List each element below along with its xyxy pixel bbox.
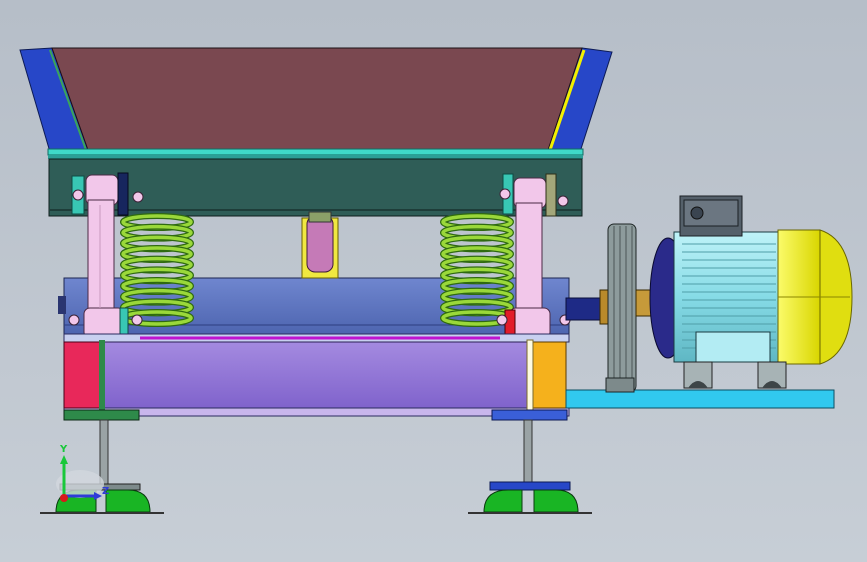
center-link[interactable] — [301, 211, 339, 279]
y-axis-label: Y — [59, 444, 68, 455]
beam-left-lower-plate — [63, 409, 140, 421]
bolt-icon — [132, 191, 144, 203]
right-bracket-olive-plate — [545, 173, 557, 217]
bolt-icon — [68, 314, 80, 326]
z-axis-icon — [60, 494, 68, 502]
right-foot-plate — [489, 481, 571, 491]
vibrating-feeder-model[interactable]: Y Z — [0, 0, 867, 562]
bolt-icon — [131, 314, 143, 326]
z-axis-label: Z — [102, 486, 109, 497]
hopper-lip-strip-lower — [48, 155, 583, 159]
center-link-top — [308, 211, 332, 223]
left-foot-pad-b — [105, 489, 151, 513]
motor-left-foot — [683, 361, 713, 389]
right-foot-pad-a — [483, 489, 523, 513]
left-bracket-arm — [87, 199, 115, 313]
motor-right-foot — [757, 361, 787, 389]
right-support[interactable] — [468, 419, 592, 514]
center-link-rod — [306, 215, 334, 273]
bolt-icon — [72, 189, 84, 201]
beam-right-post — [526, 339, 534, 413]
left-bracket-navy-plate — [117, 172, 129, 216]
left-support[interactable] — [40, 419, 164, 514]
hopper[interactable] — [19, 47, 613, 159]
electric-motor[interactable] — [635, 195, 853, 389]
pulley-mount — [605, 377, 635, 393]
base-left-nub — [58, 296, 66, 314]
trough-body — [48, 158, 583, 217]
bolt-icon — [557, 195, 569, 207]
hopper-lip-strip — [47, 148, 584, 156]
orange-end-block — [529, 341, 567, 409]
motor-foot-base — [695, 331, 771, 363]
main-beam[interactable] — [63, 333, 570, 421]
y-axis-arrow-icon — [60, 455, 68, 464]
trough[interactable] — [48, 158, 583, 217]
drive-pulley[interactable] — [565, 223, 637, 393]
right-floor-line — [468, 512, 592, 514]
motor-base-plate[interactable] — [565, 389, 835, 409]
hopper-face — [51, 47, 583, 151]
cable-gland-icon — [690, 206, 704, 220]
beam-left-post — [99, 340, 105, 412]
right-leg — [523, 419, 533, 487]
red-end-block — [63, 341, 101, 409]
cad-viewport[interactable]: Y Z — [0, 0, 867, 562]
right-foot-pad-b — [533, 489, 579, 513]
bolt-icon — [499, 188, 511, 200]
left-floor-line — [40, 512, 164, 514]
right-bracket-arm — [515, 202, 543, 314]
bolt-icon — [496, 314, 508, 326]
beam-right-lower-plate — [491, 409, 568, 421]
beam-web — [99, 341, 531, 409]
